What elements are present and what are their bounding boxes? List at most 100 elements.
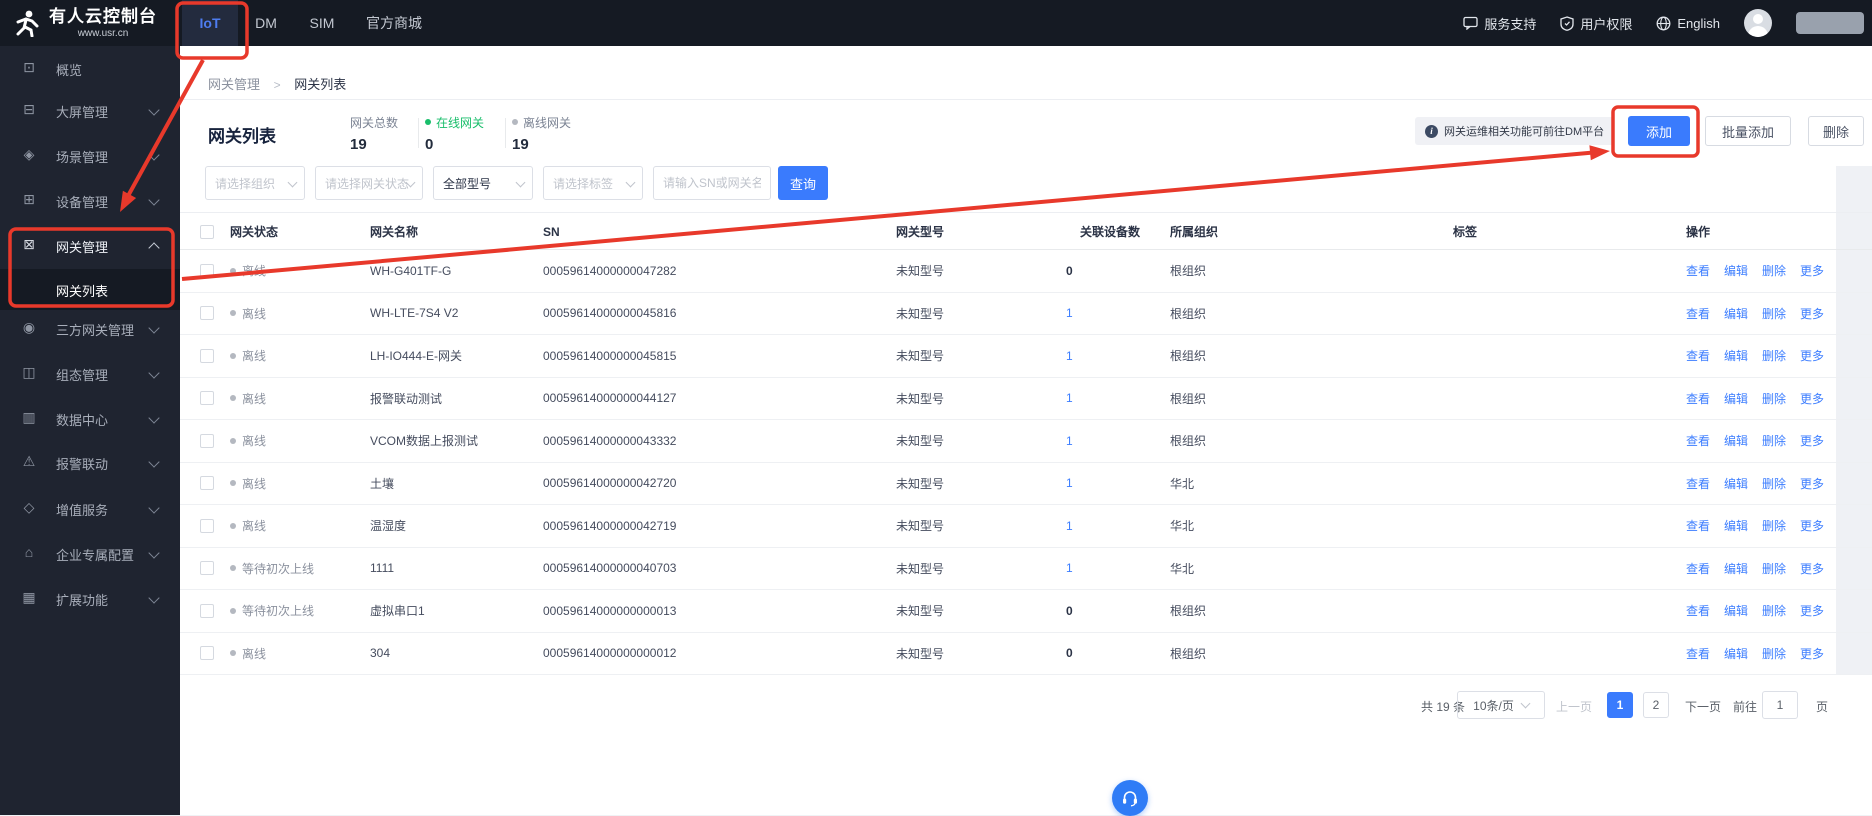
- model-select[interactable]: 全部型号: [433, 166, 533, 200]
- view-link[interactable]: 查看: [1686, 517, 1710, 534]
- row-checkbox[interactable]: [200, 306, 214, 320]
- sidebar-item-scada[interactable]: ◫组态管理: [0, 359, 180, 387]
- sidebar-item-scene[interactable]: ◈场景管理: [0, 141, 180, 169]
- prev-page-button[interactable]: 上一页: [1556, 698, 1592, 715]
- next-page-button[interactable]: 下一页: [1685, 698, 1721, 715]
- more-link[interactable]: 更多: [1800, 432, 1824, 449]
- view-link[interactable]: 查看: [1686, 645, 1710, 662]
- sidebar-item-gateway[interactable]: ⊠网关管理: [0, 231, 180, 259]
- sidebar-item-screen[interactable]: ⊟大屏管理: [0, 96, 180, 124]
- row-checkbox[interactable]: [200, 604, 214, 618]
- delete-link[interactable]: 删除: [1762, 390, 1786, 407]
- customer-service-button[interactable]: [1112, 780, 1148, 816]
- tab-iot[interactable]: IoT: [182, 0, 238, 46]
- col-sn: SN: [543, 213, 560, 251]
- delete-link[interactable]: 删除: [1762, 262, 1786, 279]
- delete-link[interactable]: 删除: [1762, 560, 1786, 577]
- edit-link[interactable]: 编辑: [1724, 432, 1748, 449]
- row-checkbox[interactable]: [200, 434, 214, 448]
- linked-devices-cell[interactable]: 1: [1066, 335, 1073, 377]
- sidebar-item-value-added[interactable]: ◇增值服务: [0, 494, 180, 522]
- more-link[interactable]: 更多: [1800, 560, 1824, 577]
- more-link[interactable]: 更多: [1800, 475, 1824, 492]
- sidebar-item-overview[interactable]: ⊡概览: [0, 54, 180, 82]
- org-select[interactable]: 请选择组织: [205, 166, 305, 200]
- user-permission-link[interactable]: 用户权限: [1560, 14, 1632, 33]
- linked-devices-cell[interactable]: 1: [1066, 548, 1073, 590]
- view-link[interactable]: 查看: [1686, 305, 1710, 322]
- table-row: 离线温湿度00059614000000042719未知型号1华北查看编辑删除更多: [180, 505, 1872, 548]
- edit-link[interactable]: 编辑: [1724, 475, 1748, 492]
- sidebar-item-enterprise[interactable]: ⌂企业专属配置: [0, 539, 180, 567]
- tab-dm[interactable]: DM: [238, 0, 294, 46]
- sidebar-item-data-center[interactable]: ▥数据中心: [0, 404, 180, 432]
- more-link[interactable]: 更多: [1800, 517, 1824, 534]
- row-checkbox[interactable]: [200, 561, 214, 575]
- more-link[interactable]: 更多: [1800, 645, 1824, 662]
- linked-devices-cell[interactable]: 1: [1066, 505, 1073, 547]
- edit-link[interactable]: 编辑: [1724, 347, 1748, 364]
- sidebar-item-device[interactable]: ⊞设备管理: [0, 186, 180, 214]
- sidebar-item-alarm[interactable]: ⚠报警联动: [0, 448, 180, 476]
- edit-link[interactable]: 编辑: [1724, 262, 1748, 279]
- sidebar-subitem-gateway-list[interactable]: 网关列表: [0, 269, 180, 310]
- more-link[interactable]: 更多: [1800, 305, 1824, 322]
- row-checkbox[interactable]: [200, 646, 214, 660]
- sidebar-item-extension[interactable]: ▦扩展功能: [0, 584, 180, 612]
- delete-link[interactable]: 删除: [1762, 305, 1786, 322]
- delete-link[interactable]: 删除: [1762, 517, 1786, 534]
- view-link[interactable]: 查看: [1686, 390, 1710, 407]
- page-number-2[interactable]: 2: [1643, 692, 1669, 718]
- user-avatar[interactable]: [1744, 9, 1772, 37]
- row-checkbox[interactable]: [200, 476, 214, 490]
- edit-link[interactable]: 编辑: [1724, 602, 1748, 619]
- more-link[interactable]: 更多: [1800, 602, 1824, 619]
- tag-select[interactable]: 请选择标签: [543, 166, 643, 200]
- add-button[interactable]: 添加: [1628, 116, 1690, 146]
- row-checkbox[interactable]: [200, 349, 214, 363]
- app-logo[interactable]: 有人云控制台 www.usr.cn: [0, 8, 172, 39]
- delete-link[interactable]: 删除: [1762, 645, 1786, 662]
- delete-link[interactable]: 删除: [1762, 475, 1786, 492]
- linked-devices-cell[interactable]: 1: [1066, 420, 1073, 462]
- row-checkbox[interactable]: [200, 264, 214, 278]
- page-number-1[interactable]: 1: [1607, 692, 1633, 718]
- view-link[interactable]: 查看: [1686, 602, 1710, 619]
- delete-button[interactable]: 删除: [1808, 116, 1864, 146]
- row-checkbox[interactable]: [200, 391, 214, 405]
- more-link[interactable]: 更多: [1800, 347, 1824, 364]
- tab-sim[interactable]: SIM: [294, 0, 350, 46]
- edit-link[interactable]: 编辑: [1724, 517, 1748, 534]
- linked-devices-cell[interactable]: 1: [1066, 293, 1073, 335]
- gateway-status-select[interactable]: 请选择网关状态: [315, 166, 423, 200]
- view-link[interactable]: 查看: [1686, 475, 1710, 492]
- page-size-select[interactable]: 10条/页: [1457, 691, 1545, 719]
- edit-link[interactable]: 编辑: [1724, 645, 1748, 662]
- more-link[interactable]: 更多: [1800, 262, 1824, 279]
- goto-page-input[interactable]: [1762, 691, 1798, 719]
- select-all-checkbox[interactable]: [200, 225, 214, 239]
- delete-link[interactable]: 删除: [1762, 347, 1786, 364]
- view-link[interactable]: 查看: [1686, 347, 1710, 364]
- edit-link[interactable]: 编辑: [1724, 560, 1748, 577]
- sidebar-item-third-party-gateway[interactable]: ◉三方网关管理: [0, 314, 180, 342]
- batch-add-button[interactable]: 批量添加: [1705, 116, 1791, 146]
- service-support-link[interactable]: 服务支持: [1463, 14, 1536, 33]
- query-button[interactable]: 查询: [778, 166, 828, 200]
- language-switch[interactable]: English: [1656, 16, 1720, 31]
- delete-link[interactable]: 删除: [1762, 432, 1786, 449]
- view-link[interactable]: 查看: [1686, 432, 1710, 449]
- edit-link[interactable]: 编辑: [1724, 305, 1748, 322]
- delete-link[interactable]: 删除: [1762, 602, 1786, 619]
- view-link[interactable]: 查看: [1686, 560, 1710, 577]
- more-link[interactable]: 更多: [1800, 390, 1824, 407]
- edit-link[interactable]: 编辑: [1724, 390, 1748, 407]
- tab-mall[interactable]: 官方商城: [350, 0, 438, 46]
- linked-devices-cell[interactable]: 1: [1066, 378, 1073, 420]
- sn-search-input[interactable]: [653, 166, 771, 200]
- row-checkbox[interactable]: [200, 519, 214, 533]
- gateway-status-cell: 等待初次上线: [230, 590, 314, 632]
- linked-devices-cell[interactable]: 1: [1066, 463, 1073, 505]
- view-link[interactable]: 查看: [1686, 262, 1710, 279]
- breadcrumb-parent[interactable]: 网关管理: [208, 77, 260, 92]
